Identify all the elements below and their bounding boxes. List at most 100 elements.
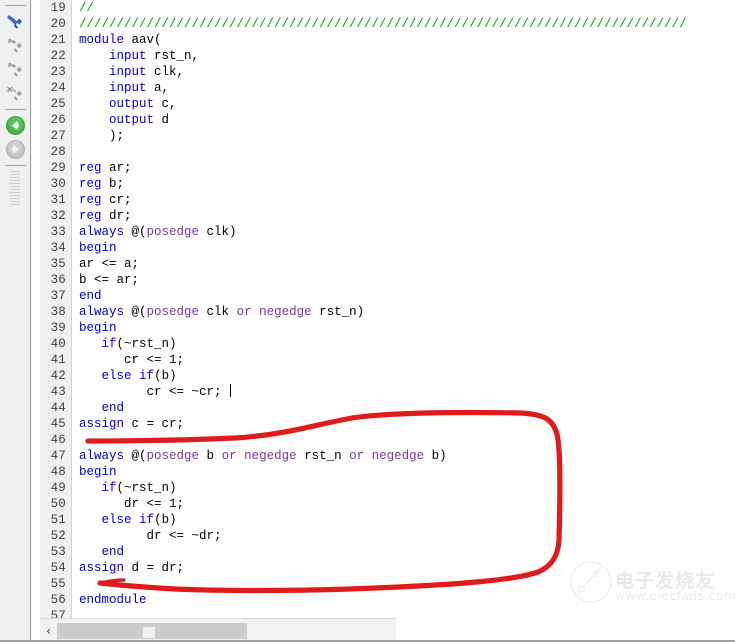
bookmark-toggle-icon[interactable] xyxy=(2,10,28,32)
code-line[interactable]: 37 end xyxy=(40,288,735,304)
code-line[interactable]: 39 begin xyxy=(40,320,735,336)
line-number: 22 xyxy=(40,48,72,64)
code-line-text[interactable] xyxy=(72,576,735,592)
code-line-text[interactable]: begin xyxy=(72,320,735,336)
code-line[interactable]: 49 if(~rst_n) xyxy=(40,480,735,496)
code-line[interactable]: 44 end xyxy=(40,400,735,416)
code-line-text[interactable]: ); xyxy=(72,128,735,144)
code-line[interactable]: 51 else if(b) xyxy=(40,512,735,528)
code-token: d xyxy=(154,113,170,127)
code-line-text[interactable]: assign c = cr; xyxy=(72,416,735,432)
code-token: ////////////////////////////////////////… xyxy=(79,17,687,31)
code-line[interactable]: 25 output c, xyxy=(40,96,735,112)
code-line[interactable]: 35 ar <= a; xyxy=(40,256,735,272)
code-line[interactable]: 53 end xyxy=(40,544,735,560)
code-line[interactable]: 22 input rst_n, xyxy=(40,48,735,64)
code-line[interactable]: 46 xyxy=(40,432,735,448)
bookmark-clear-icon[interactable] xyxy=(2,82,28,104)
scroll-left-arrow-icon[interactable]: ‹ xyxy=(40,619,57,642)
code-line-text[interactable]: begin xyxy=(72,240,735,256)
code-line[interactable]: 28 xyxy=(40,144,735,160)
code-line-text[interactable]: reg cr; xyxy=(72,192,735,208)
code-line[interactable]: 24 input a, xyxy=(40,80,735,96)
code-line[interactable]: 29 reg ar; xyxy=(40,160,735,176)
code-line[interactable]: 45 assign c = cr; xyxy=(40,416,735,432)
code-line[interactable]: 20 //////////////////////////////////////… xyxy=(40,16,735,32)
code-line[interactable]: 47 always @(posedge b or negedge rst_n or… xyxy=(40,448,735,464)
code-line-list[interactable]: 19 // 20 //////////////////////////////////… xyxy=(40,0,735,618)
code-line-text[interactable]: module aav( xyxy=(72,32,735,48)
code-line[interactable]: 21 module aav( xyxy=(40,32,735,48)
toolbar-drag-handle[interactable] xyxy=(10,171,20,205)
code-line[interactable]: 41 cr <= 1; xyxy=(40,352,735,368)
code-line[interactable]: 48 begin xyxy=(40,464,735,480)
code-line-text[interactable]: dr <= 1; xyxy=(72,496,735,512)
code-line[interactable]: 43 cr <= ~cr; xyxy=(40,384,735,400)
code-line-text[interactable]: if(~rst_n) xyxy=(72,480,735,496)
code-line-text[interactable]: b <= ar; xyxy=(72,272,735,288)
navigate-forward-icon[interactable] xyxy=(2,138,28,160)
code-line-text[interactable]: else if(b) xyxy=(72,368,735,384)
code-line[interactable]: 38 always @(posedge clk or negedge rst_n) xyxy=(40,304,735,320)
code-line-text[interactable]: if(~rst_n) xyxy=(72,336,735,352)
navigate-back-icon[interactable] xyxy=(2,114,28,136)
scrollbar-thumb[interactable] xyxy=(57,622,247,639)
code-line[interactable]: 52 dr <= ~dr; xyxy=(40,528,735,544)
code-line-text[interactable]: reg dr; xyxy=(72,208,735,224)
bookmark-next-icon[interactable] xyxy=(2,34,28,56)
code-line-text[interactable]: ////////////////////////////////////////… xyxy=(72,16,735,32)
code-line[interactable]: 27 ); xyxy=(40,128,735,144)
code-line-text[interactable]: input clk, xyxy=(72,64,735,80)
code-line[interactable]: 42 else if(b) xyxy=(40,368,735,384)
code-line-text[interactable]: cr <= ~cr; xyxy=(72,384,735,400)
code-line-text[interactable]: input rst_n, xyxy=(72,48,735,64)
code-line[interactable]: 50 dr <= 1; xyxy=(40,496,735,512)
code-line[interactable]: 36 b <= ar; xyxy=(40,272,735,288)
code-line[interactable]: 34 begin xyxy=(40,240,735,256)
line-number: 51 xyxy=(40,512,72,528)
code-line-text[interactable]: endmodule xyxy=(72,592,735,608)
code-line-text[interactable]: output d xyxy=(72,112,735,128)
horizontal-scrollbar[interactable]: ‹ xyxy=(40,618,396,642)
code-line[interactable]: 31 reg cr; xyxy=(40,192,735,208)
code-line-text[interactable]: always @(posedge clk or negedge rst_n) xyxy=(72,304,735,320)
code-line[interactable]: 33 always @(posedge clk) xyxy=(40,224,735,240)
bookmark-prev-icon[interactable] xyxy=(2,58,28,80)
code-line-text[interactable]: // xyxy=(72,0,735,16)
code-line-text[interactable] xyxy=(72,432,735,448)
code-line-text[interactable]: reg b; xyxy=(72,176,735,192)
code-line-text[interactable] xyxy=(72,608,735,618)
code-line-text[interactable]: always @(posedge clk) xyxy=(72,224,735,240)
code-line-text[interactable]: always @(posedge b or negedge rst_n or n… xyxy=(72,448,735,464)
code-line-text[interactable]: end xyxy=(72,544,735,560)
code-line-text[interactable]: else if(b) xyxy=(72,512,735,528)
code-line-text[interactable]: input a, xyxy=(72,80,735,96)
code-line[interactable]: 30 reg b; xyxy=(40,176,735,192)
code-line[interactable]: 23 input clk, xyxy=(40,64,735,80)
scrollbar-track[interactable] xyxy=(57,621,396,640)
code-line[interactable]: 56 endmodule xyxy=(40,592,735,608)
code-line-text[interactable]: reg ar; xyxy=(72,160,735,176)
code-line[interactable]: 26 output d xyxy=(40,112,735,128)
code-token: reg xyxy=(79,161,102,175)
toolbar-footer-pad xyxy=(0,618,31,642)
code-line[interactable]: 40 if(~rst_n) xyxy=(40,336,735,352)
code-line-text[interactable]: ar <= a; xyxy=(72,256,735,272)
code-line[interactable]: 19 // xyxy=(40,0,735,16)
code-line-text[interactable]: end xyxy=(72,400,735,416)
code-line-text[interactable]: begin xyxy=(72,464,735,480)
code-line-text[interactable] xyxy=(72,144,735,160)
code-line[interactable]: 32 reg dr; xyxy=(40,208,735,224)
line-number: 39 xyxy=(40,320,72,336)
code-line-text[interactable]: end xyxy=(72,288,735,304)
code-line-text[interactable]: cr <= 1; xyxy=(72,352,735,368)
code-line[interactable]: 55 xyxy=(40,576,735,592)
code-editor[interactable]: 19 // 20 //////////////////////////////////… xyxy=(31,0,735,618)
code-line[interactable]: 54 assign d = dr; xyxy=(40,560,735,576)
editor-scroll-region[interactable]: 19 // 20 //////////////////////////////////… xyxy=(40,0,735,618)
code-line-text[interactable]: assign d = dr; xyxy=(72,560,735,576)
code-line-text[interactable]: output c, xyxy=(72,96,735,112)
code-line[interactable]: 57 xyxy=(40,608,735,618)
code-line-text[interactable]: dr <= ~dr; xyxy=(72,528,735,544)
